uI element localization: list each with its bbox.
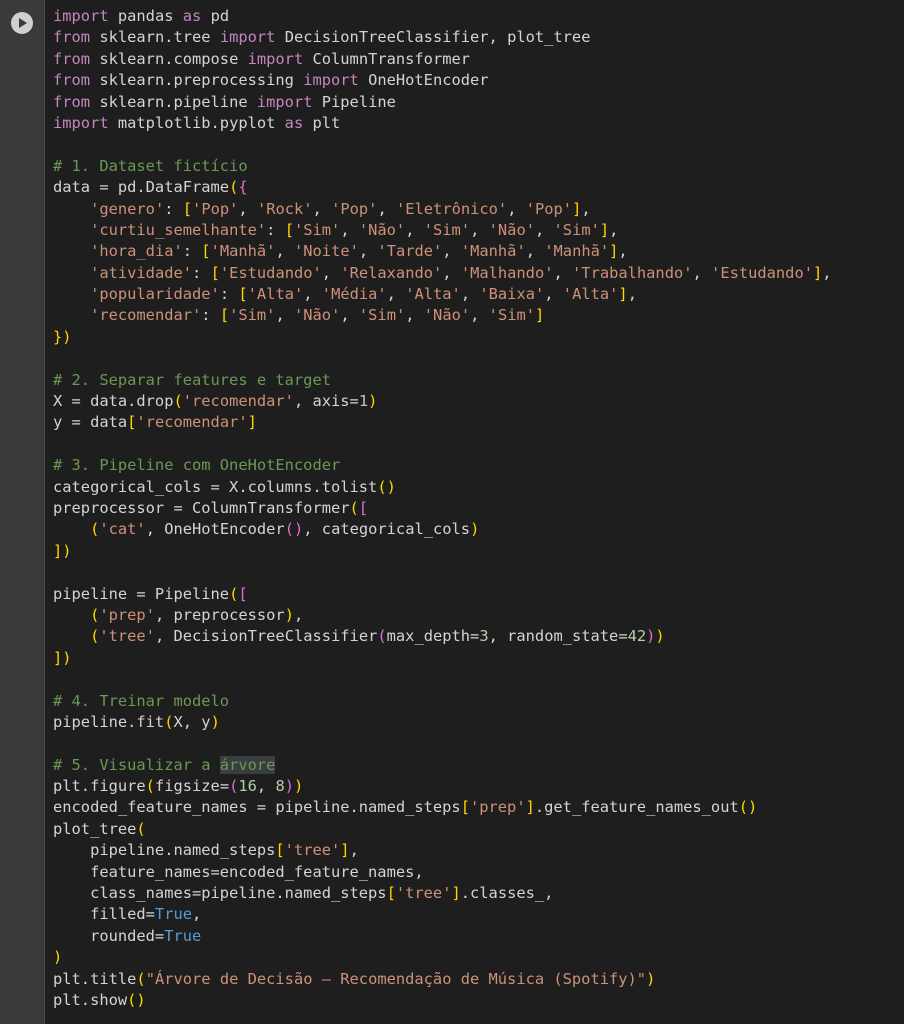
code-line[interactable]: 'curtiu_semelhante': ['Sim', 'Não', 'Sim… xyxy=(53,220,832,241)
code-line[interactable]: # 1. Dataset fictício xyxy=(53,156,832,177)
code-line[interactable]: pipeline.named_steps['tree'], xyxy=(53,840,832,861)
code-line[interactable]: 'atividade': ['Estudando', 'Relaxando', … xyxy=(53,263,831,284)
code-line[interactable]: data = pd.DataFrame({ xyxy=(53,177,832,198)
code-line[interactable]: ('cat', OneHotEncoder(), categorical_col… xyxy=(53,519,832,540)
code-line[interactable]: plt.figure(figsize=(16, 8)) xyxy=(53,776,832,797)
code-line[interactable]: pipeline = Pipeline([ xyxy=(53,584,832,605)
code-line[interactable]: 'hora_dia': ['Manhã', 'Noite', 'Tarde', … xyxy=(53,241,832,262)
code-line[interactable]: ​ xyxy=(53,134,832,155)
code-line[interactable]: # 5. Visualizar a árvore xyxy=(53,755,832,776)
code-line[interactable]: import pandas as pd xyxy=(53,6,832,27)
cell-gutter xyxy=(0,0,44,1024)
code-line[interactable]: ]) xyxy=(53,541,832,562)
code-line[interactable]: ​ xyxy=(53,733,832,754)
code-line[interactable]: ​ xyxy=(53,562,832,583)
code-line[interactable]: 'popularidade': ['Alta', 'Média', 'Alta'… xyxy=(53,284,832,305)
code-line[interactable]: 'genero': ['Pop', 'Rock', 'Pop', 'Eletrô… xyxy=(53,199,832,220)
code-line[interactable]: X = data.drop('recomendar', axis=1) xyxy=(53,391,832,412)
code-line[interactable]: ]) xyxy=(53,648,832,669)
code-line[interactable]: y = data['recomendar'] xyxy=(53,412,832,433)
code-line[interactable]: ('tree', DecisionTreeClassifier(max_dept… xyxy=(53,626,832,647)
code-line[interactable]: # 2. Separar features e target xyxy=(53,370,832,391)
play-icon[interactable] xyxy=(11,12,33,34)
code-line[interactable]: # 3. Pipeline com OneHotEncoder xyxy=(53,455,832,476)
code-line[interactable]: import matplotlib.pyplot as plt xyxy=(53,113,832,134)
code-editor[interactable]: import pandas as pd from sklearn.tree imp… xyxy=(53,6,832,1011)
code-line[interactable]: from sklearn.preprocessing import OneHot… xyxy=(53,70,832,91)
code-line[interactable]: plot_tree( xyxy=(53,819,832,840)
code-line[interactable]: feature_names=encoded_feature_names, xyxy=(53,862,832,883)
code-line[interactable]: plt.title("Árvore de Decisão – Recomenda… xyxy=(53,969,832,990)
code-line[interactable]: }) xyxy=(53,327,832,348)
code-line[interactable]: filled=True, xyxy=(53,904,832,925)
code-line[interactable]: ) xyxy=(53,947,832,968)
code-line[interactable]: from sklearn.tree import DecisionTreeCla… xyxy=(53,27,832,48)
code-line[interactable]: preprocessor = ColumnTransformer([ xyxy=(53,498,832,519)
code-line[interactable]: class_names=pipeline.named_steps['tree']… xyxy=(53,883,832,904)
code-line[interactable]: from sklearn.compose import ColumnTransf… xyxy=(53,49,832,70)
code-line[interactable]: plt.show() xyxy=(53,990,832,1011)
code-line[interactable]: encoded_feature_names = pipeline.named_s… xyxy=(53,797,832,818)
code-line[interactable]: from sklearn.pipeline import Pipeline xyxy=(53,92,832,113)
code-line[interactable]: rounded=True xyxy=(53,926,832,947)
code-line[interactable]: # 4. Treinar modelo xyxy=(53,691,832,712)
code-line[interactable]: pipeline.fit(X, y) xyxy=(53,712,832,733)
code-line[interactable]: 'recomendar': ['Sim', 'Não', 'Sim', 'Não… xyxy=(53,305,832,326)
code-cell[interactable]: import pandas as pd from sklearn.tree imp… xyxy=(44,0,904,1024)
code-line[interactable]: ​ xyxy=(53,434,832,455)
code-line[interactable]: ('prep', preprocessor), xyxy=(53,605,832,626)
code-line[interactable]: ​ xyxy=(53,669,832,690)
code-line[interactable]: categorical_cols = X.columns.tolist() xyxy=(53,477,832,498)
code-line[interactable]: ​ xyxy=(53,348,832,369)
